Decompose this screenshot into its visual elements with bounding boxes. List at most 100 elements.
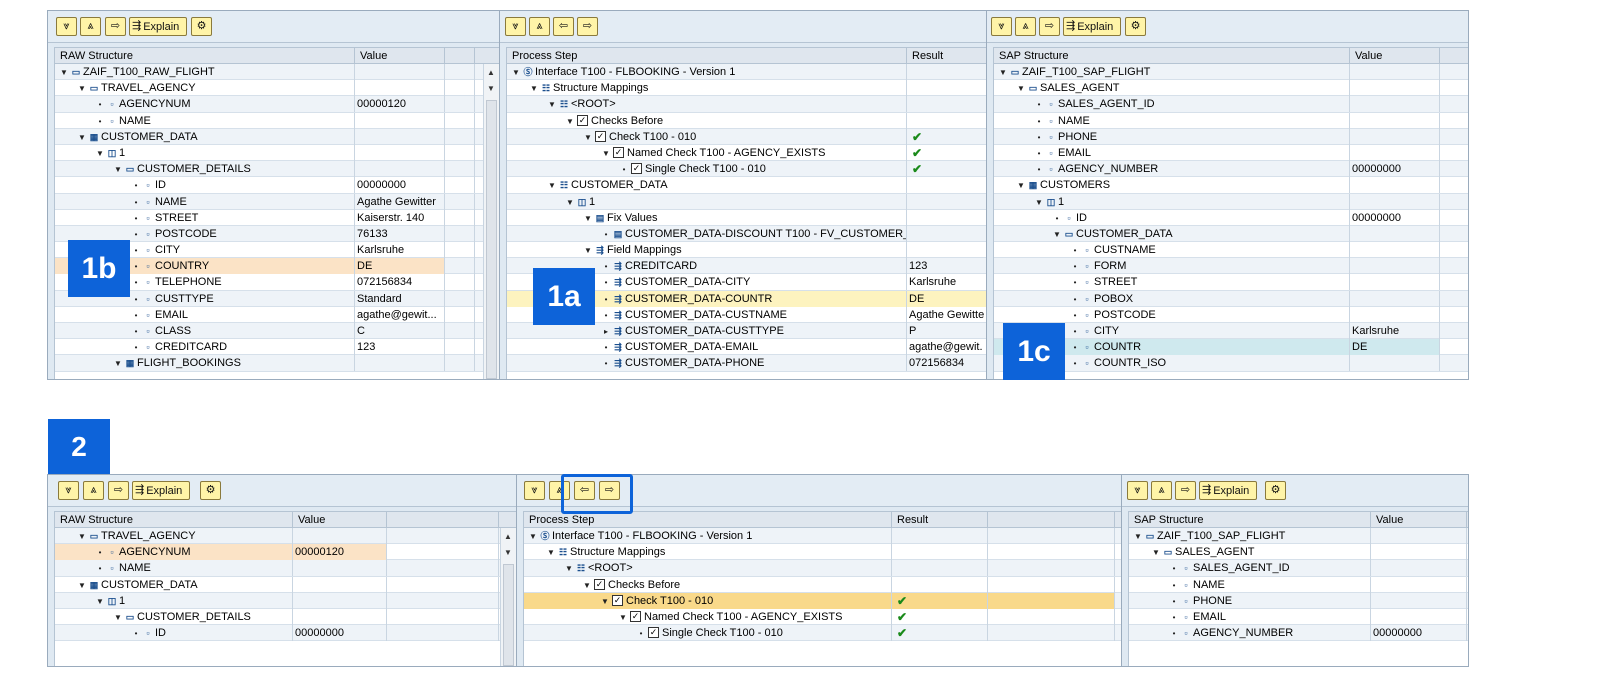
tree-row[interactable]: ▼ ▦ CUSTOMERS: [994, 177, 1468, 194]
tree-row[interactable]: ▼ ▭ SALES_AGENT: [1129, 544, 1468, 561]
expand-all-button[interactable]: ⩔: [56, 17, 77, 36]
tree-node-cell[interactable]: • ▫ EMAIL: [1129, 608, 1371, 625]
expand-toggle-icon[interactable]: ▼: [583, 243, 593, 258]
tree-node-cell[interactable]: ▼ ✓ Named Check T100 - AGENCY_EXISTS: [507, 144, 907, 161]
raw-tree[interactable]: RAW Structure Value ▼ ▭ TRAVEL_AGENCY • ▫ AGENC…: [54, 511, 516, 666]
explain-button[interactable]: ⇶ Explain: [1063, 17, 1121, 36]
tree-row[interactable]: ▼ ☷ Structure Mappings: [524, 544, 1121, 561]
tree-row[interactable]: ▼ ▭ CUSTOMER_DETAILS: [55, 161, 499, 178]
column-header-value[interactable]: Result: [892, 512, 988, 528]
tree-node-cell[interactable]: ▼ ▭ TRAVEL_AGENCY: [55, 528, 293, 544]
tree-node-cell[interactable]: • ▤ CUSTOMER_DATA-DISCOUNT T100 - FV_CUSTO…: [507, 225, 907, 242]
tree-node-cell[interactable]: • ▫ AGENCY_NUMBER: [994, 161, 1350, 178]
tree-node-cell[interactable]: ▼ ▭ TRAVEL_AGENCY: [55, 80, 355, 97]
tree-node-cell[interactable]: • ▫ ID: [55, 177, 355, 194]
tree-node-cell[interactable]: ▼ ✓ Checks Before: [507, 112, 907, 129]
tree-node-cell[interactable]: • ▫ AGENCY_NUMBER: [1129, 625, 1371, 642]
process-tree[interactable]: Process Step Result ▼ Ⓢ Interface T100 - FLB…: [523, 511, 1121, 666]
tree-node-cell[interactable]: ▼ ☷ <ROOT>: [507, 96, 907, 113]
tree-node-cell[interactable]: • ⇶ CUSTOMER_DATA-PHONE: [507, 355, 907, 372]
expand-toggle-icon[interactable]: ▼: [95, 146, 105, 161]
tree-row[interactable]: • ▫ AGENCYNUM 00000120: [55, 96, 499, 113]
tree-node-cell[interactable]: ▼ ⇶ Field Mappings: [507, 242, 907, 259]
tree-node-cell[interactable]: • ▫ NAME: [55, 193, 355, 210]
tree-row[interactable]: • ▫ FORM: [994, 258, 1468, 275]
tree-node-cell[interactable]: ▼ ✓ Check T100 - 010: [524, 592, 892, 609]
column-header-name[interactable]: RAW Structure: [55, 48, 355, 64]
expand-toggle-icon[interactable]: ▸: [601, 324, 611, 339]
tree-node-cell[interactable]: ▼ ◫ 1: [55, 144, 355, 161]
tree-node-cell[interactable]: • ▫ AGENCYNUM: [55, 544, 293, 561]
tree-node-cell[interactable]: • ✓ Single Check T100 - 010: [507, 161, 907, 178]
expand-toggle-icon[interactable]: ▼: [59, 65, 69, 80]
tree-node-cell[interactable]: ▼ ▦ CUSTOMERS: [994, 177, 1350, 194]
column-header-name[interactable]: Process Step: [524, 512, 892, 528]
tree-node-cell[interactable]: • ▫ ID: [55, 625, 293, 642]
scroll-down-icon[interactable]: ▼: [504, 548, 512, 557]
tree-row[interactable]: ▼ ◫ 1: [994, 193, 1468, 210]
tree-row[interactable]: • ▫ CITY Karlsruhe: [994, 323, 1468, 340]
tree-node-cell[interactable]: ▼ ✓ Checks Before: [524, 576, 892, 593]
tree-row[interactable]: ▼ ▦ FLIGHT_BOOKINGS: [55, 355, 499, 372]
tree-row[interactable]: • ▫ NAME: [1129, 576, 1468, 593]
tree-node-cell[interactable]: • ▫ AGENCYNUM: [55, 96, 355, 113]
expand-toggle-icon[interactable]: ▼: [565, 195, 575, 210]
tree-node-cell[interactable]: ▼ ☷ Structure Mappings: [524, 544, 892, 561]
tree-node-cell[interactable]: • ▫ FORM: [994, 258, 1350, 275]
tree-node-cell[interactable]: ▼ ▭ ZAIF_T100_RAW_FLIGHT: [55, 64, 355, 80]
tree-row[interactable]: • ▫ CLASS C: [55, 323, 499, 340]
tree-node-cell[interactable]: ▼ ☷ Structure Mappings: [507, 80, 907, 97]
tree-node-cell[interactable]: • ▫ STREET: [55, 209, 355, 226]
collapse-all-button[interactable]: ⩓: [1015, 17, 1036, 36]
expand-toggle-icon[interactable]: ▼: [1133, 529, 1143, 544]
tree-row[interactable]: ▼ ▦ CUSTOMER_DATA: [55, 128, 499, 145]
tree-node-cell[interactable]: • ▫ PHONE: [1129, 592, 1371, 609]
tree-row[interactable]: ▼ ◫ 1: [55, 592, 516, 609]
collapse-all-button[interactable]: ⩓: [80, 17, 101, 36]
tree-row[interactable]: • ▫ CREDITCARD 123: [55, 339, 499, 356]
tree-row[interactable]: • ▫ ID 00000000: [994, 209, 1468, 226]
tree-row[interactable]: • ▫ AGENCY_NUMBER 00000000: [994, 161, 1468, 178]
settings-button[interactable]: ⚙: [1265, 481, 1286, 500]
tree-node-cell[interactable]: • ▫ CUSTNAME: [994, 242, 1350, 259]
tree-node-cell[interactable]: ▼ ▦ CUSTOMER_DATA: [55, 128, 355, 145]
tree-row[interactable]: • ▫ AGENCYNUM 00000120: [55, 544, 516, 561]
tree-row[interactable]: ▼ ✓ Check T100 - 010 ✔: [507, 128, 986, 145]
raw-tree[interactable]: RAW Structure Value ▼ ▭ ZAIF_T100_RAW_FLIGHT…: [54, 47, 499, 379]
explain-button[interactable]: ⇶ Explain: [132, 481, 190, 500]
tree-node-cell[interactable]: • ▫ NAME: [55, 560, 293, 577]
explain-button[interactable]: ⇶ Explain: [1199, 481, 1257, 500]
tree-node-cell[interactable]: • ▫ POSTCODE: [994, 306, 1350, 323]
tree-row[interactable]: • ▫ AGENCY_NUMBER 00000000: [1129, 625, 1468, 642]
tree-node-cell[interactable]: ▼ ✓ Check T100 - 010: [507, 128, 907, 145]
navigate-button[interactable]: ⇨: [1175, 481, 1196, 500]
tree-row[interactable]: ▼ ▦ CUSTOMER_DATA: [55, 576, 516, 593]
previous-error-button[interactable]: ⇦: [553, 17, 574, 36]
expand-toggle-icon[interactable]: ▼: [1016, 178, 1026, 193]
scroll-thumb[interactable]: [503, 564, 514, 666]
collapse-all-button[interactable]: ⩓: [529, 17, 550, 36]
tree-node-cell[interactable]: • ✓ Single Check T100 - 010: [524, 625, 892, 642]
expand-toggle-icon[interactable]: ▼: [1016, 81, 1026, 96]
expand-all-button[interactable]: ⩔: [1127, 481, 1148, 500]
tree-row[interactable]: • ▫ POSTCODE: [994, 306, 1468, 323]
tree-node-cell[interactable]: ▼ ▭ CUSTOMER_DETAILS: [55, 608, 293, 625]
tree-node-cell[interactable]: • ▫ EMAIL: [994, 144, 1350, 161]
navigate-button[interactable]: ⇨: [105, 17, 126, 36]
tree-row[interactable]: • ▫ EMAIL agathe@gewit...: [55, 306, 499, 323]
tree-row[interactable]: • ✓ Single Check T100 - 010 ✔: [507, 161, 986, 178]
tree-node-cell[interactable]: • ▫ NAME: [1129, 576, 1371, 593]
tree-row[interactable]: • ▫ EMAIL: [994, 144, 1468, 162]
column-header-value[interactable]: Value: [293, 512, 387, 528]
expand-toggle-icon[interactable]: ▼: [77, 81, 87, 96]
tree-row[interactable]: ▼ ◫ 1: [507, 193, 986, 210]
expand-toggle-icon[interactable]: ▼: [600, 594, 610, 609]
sap-tree[interactable]: SAP Structure Value ▼ ▭ ZAIF_T100_SAP_FLIGHT…: [1128, 511, 1468, 666]
tree-node-cell[interactable]: • ▫ PHONE: [994, 128, 1350, 145]
tree-node-cell[interactable]: ▼ ▭ CUSTOMER_DETAILS: [55, 161, 355, 178]
expand-toggle-icon[interactable]: ▼: [1052, 227, 1062, 242]
tree-row[interactable]: • ✓ Single Check T100 - 010 ✔: [524, 625, 1121, 642]
vertical-scrollbar[interactable]: ▲ ▼: [483, 64, 499, 379]
tree-row[interactable]: • ▫ COUNTR DE: [994, 339, 1468, 356]
tree-row[interactable]: • ⇶ CUSTOMER_DATA-PHONE 072156834: [507, 355, 986, 372]
